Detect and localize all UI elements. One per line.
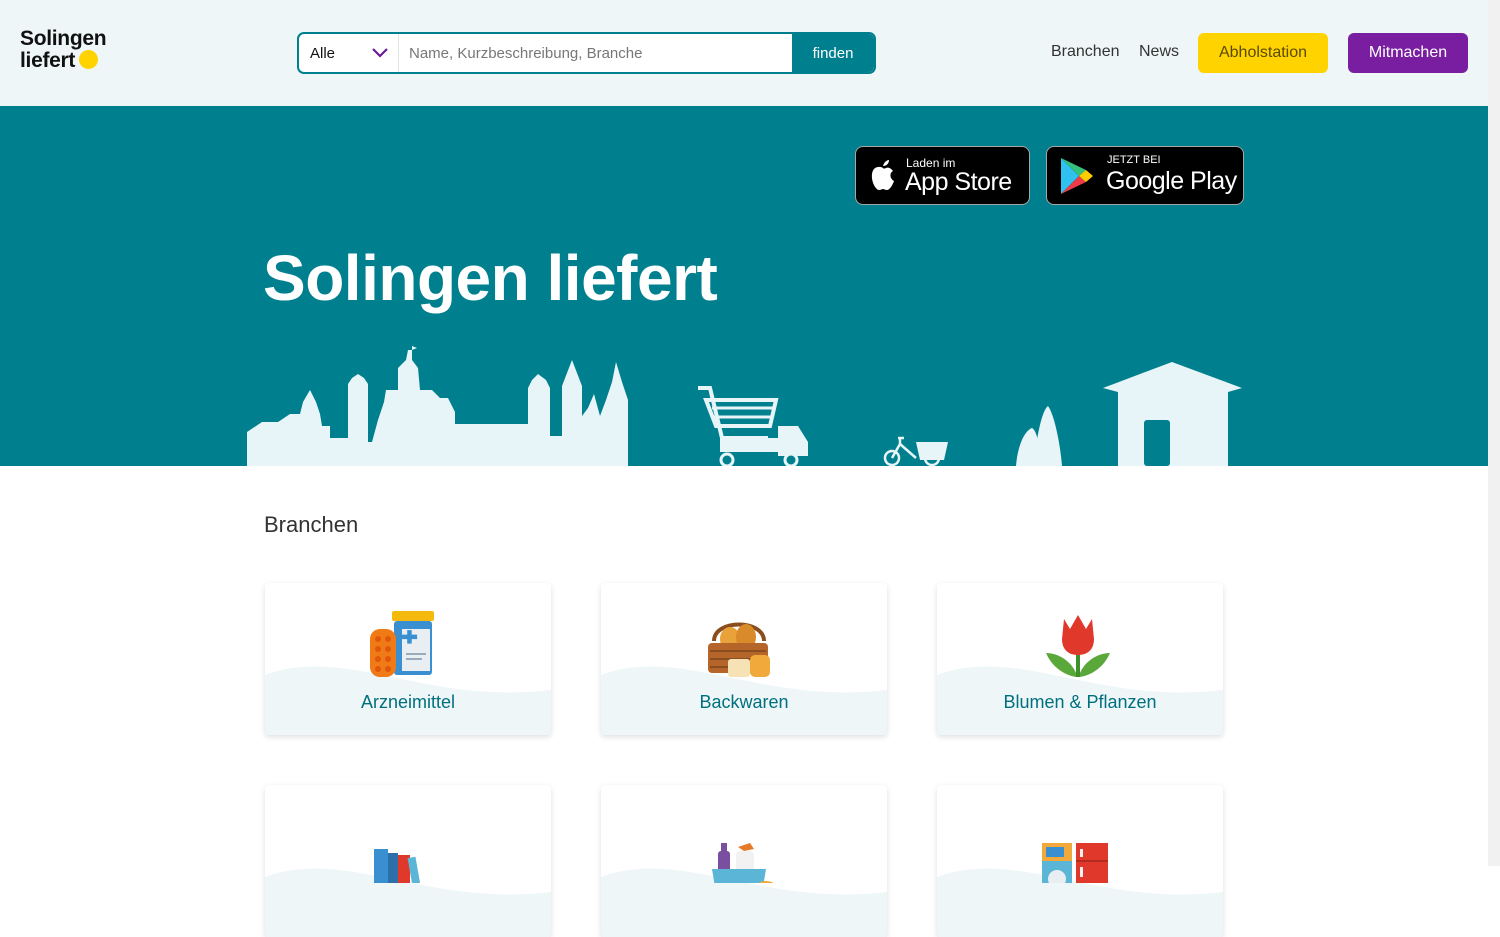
category-label: Blumen & Pflanzen <box>1003 692 1157 712</box>
category-card-blumen-pflanzen[interactable]: Blumen & Pflanzen <box>937 583 1223 735</box>
logo-line2: liefert <box>20 49 76 72</box>
page-scrollbar[interactable] <box>1488 0 1500 866</box>
apple-icon <box>871 160 894 190</box>
bread-basket-icon <box>708 622 770 677</box>
googleplay-big-text: Google Play <box>1106 167 1237 195</box>
hero-title: Solingen liefert <box>263 242 718 314</box>
chevron-down-icon <box>372 48 388 58</box>
google-play-icon <box>1061 158 1093 194</box>
medicine-icon <box>370 611 434 677</box>
category-card-cleaning[interactable] <box>601 785 887 937</box>
logo-sun-icon <box>79 50 99 69</box>
logo-line1: Solingen <box>20 27 107 50</box>
appstore-big-text: App Store <box>905 168 1012 196</box>
search-button[interactable]: finden <box>792 34 874 72</box>
section-title-branchen: Branchen <box>264 512 359 537</box>
hero-banner: Laden im App Store JETZT BEI Google Play… <box>0 106 1488 466</box>
nav-branchen-link[interactable]: Branchen <box>1051 43 1120 61</box>
appliances-icon <box>1042 843 1108 883</box>
app-store-badge[interactable]: Laden im App Store <box>855 146 1030 205</box>
mitmachen-button[interactable]: Mitmachen <box>1348 33 1468 73</box>
site-logo[interactable]: Solingen liefert <box>20 27 107 72</box>
abholstation-button[interactable]: Abholstation <box>1198 33 1328 73</box>
nav-news-link[interactable]: News <box>1139 43 1179 61</box>
category-card-arzneimittel[interactable]: Arzneimittel <box>265 583 551 735</box>
category-card-appliances[interactable] <box>937 785 1223 937</box>
category-card-backwaren[interactable]: Backwaren <box>601 583 887 735</box>
category-label: Arzneimittel <box>360 692 456 712</box>
googleplay-small-text: JETZT BEI <box>1107 154 1161 166</box>
search-input[interactable] <box>399 34 792 72</box>
city-skyline-illustration <box>247 346 1242 466</box>
cleaning-supplies-icon <box>712 843 774 883</box>
search-bar: Alle finden <box>297 32 876 74</box>
category-select-value: Alle <box>310 45 336 62</box>
category-label: Backwaren <box>699 692 789 712</box>
category-card-books[interactable] <box>265 785 551 937</box>
tulip-icon <box>1046 615 1110 677</box>
google-play-badge[interactable]: JETZT BEI Google Play <box>1046 146 1244 205</box>
category-select[interactable]: Alle <box>299 34 399 72</box>
site-header: Solingen liefert Alle finden Branchen Ne… <box>0 0 1488 106</box>
books-icon <box>374 849 425 883</box>
